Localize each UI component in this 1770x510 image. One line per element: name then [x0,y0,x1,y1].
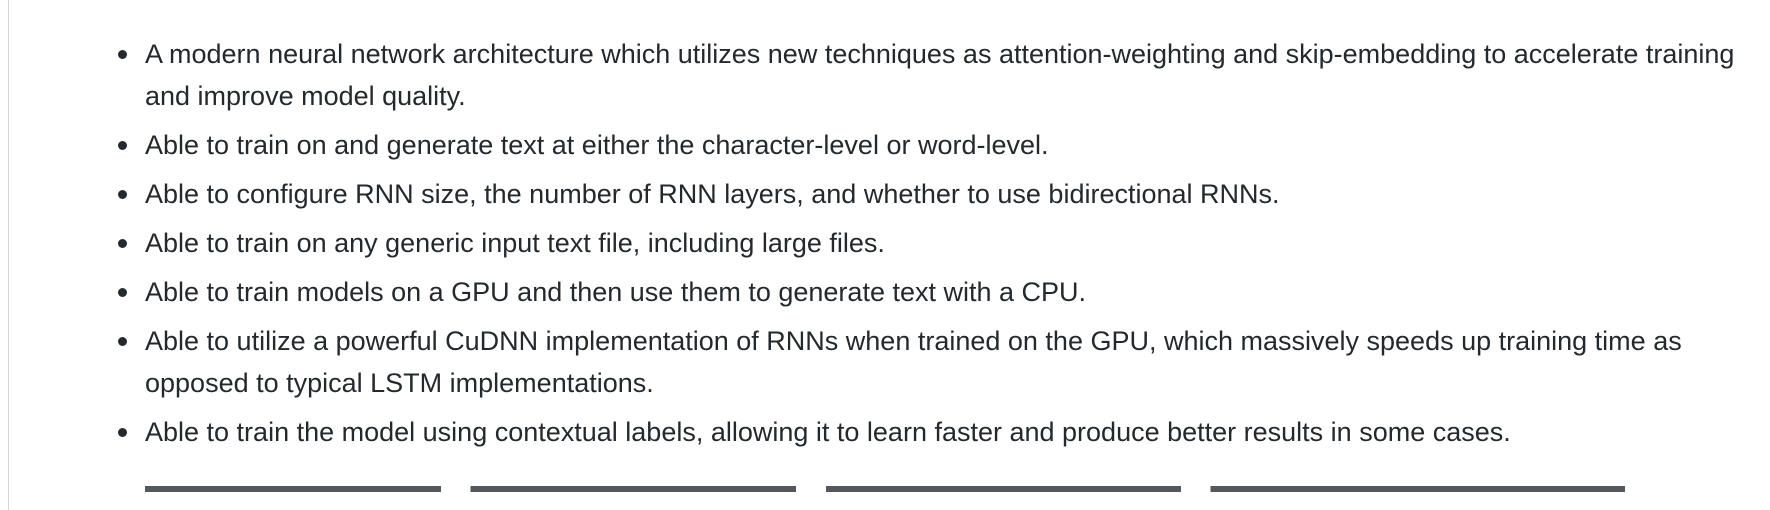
list-item: Able to train on any generic input text … [118,222,1745,264]
feature-list: A modern neural network architecture whi… [118,33,1745,460]
list-item-text: Able to train models on a GPU and then u… [145,277,1087,307]
list-item: Able to train the model using contextual… [118,411,1745,453]
list-item-text: Able to train on any generic input text … [145,228,885,258]
list-item-text: Able to train on and generate text at ei… [145,130,1049,160]
list-item-text: A modern neural network architecture whi… [145,39,1735,111]
bullet-icon [118,288,127,297]
cropped-next-paragraph [145,478,1625,492]
list-item-text: Able to utilize a powerful CuDNN impleme… [145,326,1682,398]
list-item: Able to train models on a GPU and then u… [118,271,1745,313]
bullet-icon [118,337,127,346]
list-item-text: Able to train the model using contextual… [145,417,1511,447]
bullet-icon [118,239,127,248]
cropped-text-fragment [145,486,1625,492]
list-item: Able to configure RNN size, the number o… [118,173,1745,215]
bullet-icon [118,50,127,59]
list-item: Able to train on and generate text at ei… [118,124,1745,166]
bullet-icon [118,428,127,437]
bullet-icon [118,141,127,150]
list-item: Able to utilize a powerful CuDNN impleme… [118,320,1745,404]
list-item: A modern neural network architecture whi… [118,33,1745,117]
bullet-icon [118,190,127,199]
list-item-text: Able to configure RNN size, the number o… [145,179,1280,209]
